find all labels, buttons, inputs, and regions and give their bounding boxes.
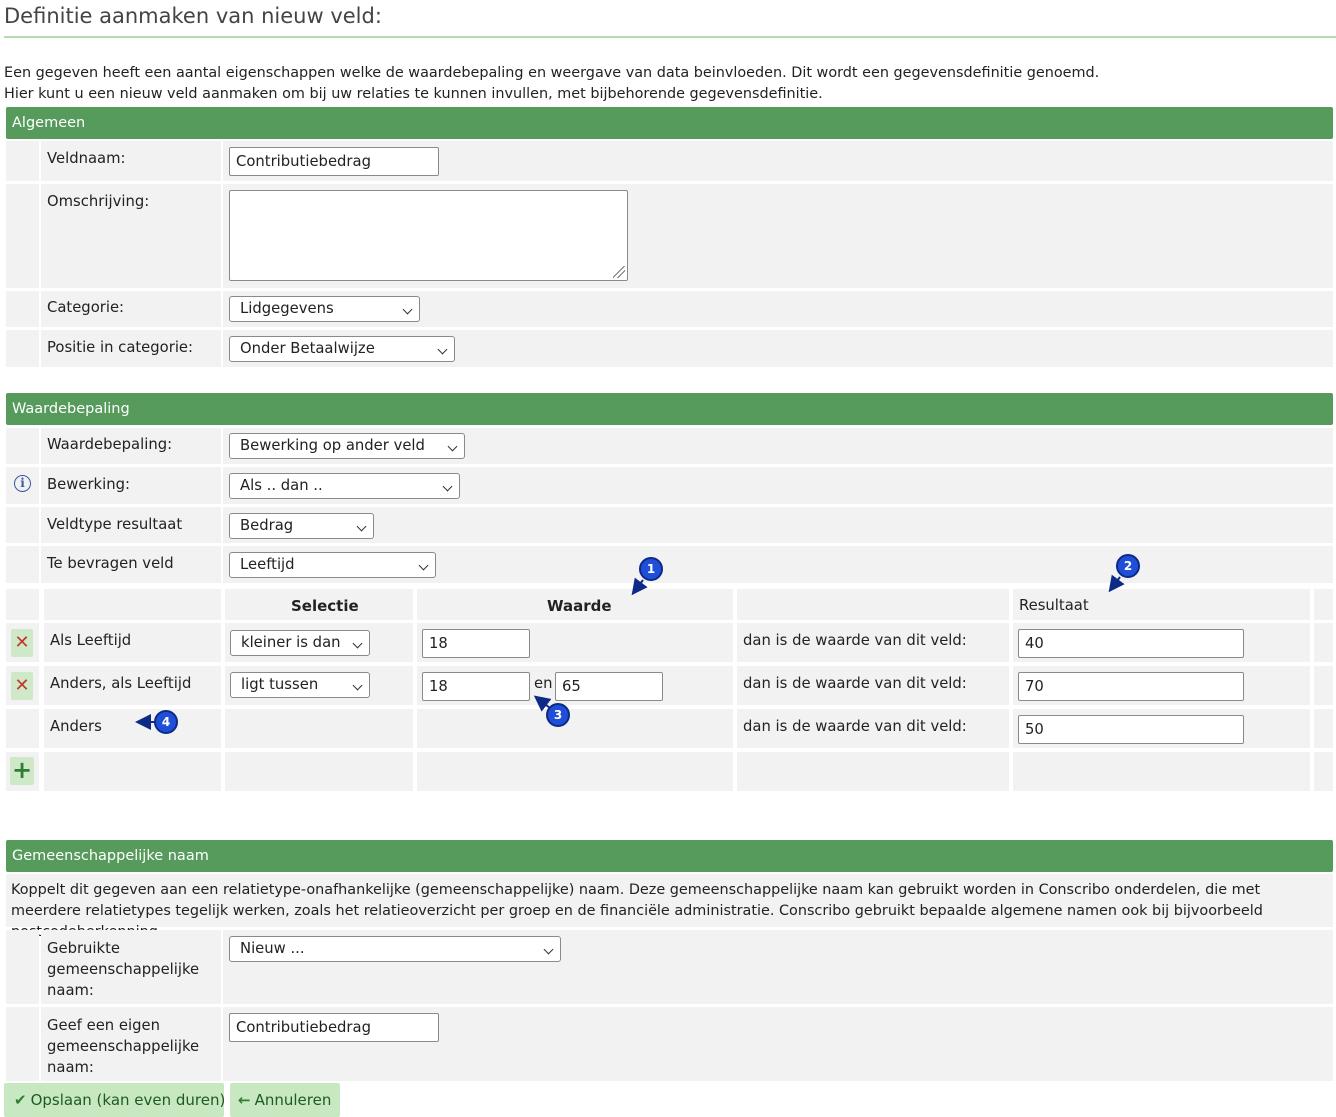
gebruikte-label-line: Gebruikte xyxy=(47,940,121,957)
eigen-naam-label: Geef een eigen gemeenschappelijke naam: xyxy=(47,1015,199,1078)
check-icon: ✔ xyxy=(14,1091,27,1109)
eigen-naam-input[interactable]: Contributiebedrag xyxy=(229,1013,439,1042)
annotation-badge-4: 4 xyxy=(154,710,178,734)
annotation-arrow-2 xyxy=(1108,574,1125,593)
gebruikte-label-line: naam: xyxy=(47,982,94,999)
annotation-badge-3: 3 xyxy=(546,703,570,727)
eigen-label-line: gemeenschappelijke xyxy=(47,1038,200,1055)
eigen-label-line: Geef een eigen xyxy=(47,1017,160,1034)
gebruikte-naam-select-value: Nieuw ... xyxy=(240,940,305,957)
arrow-left-icon: ← xyxy=(238,1091,251,1109)
save-button[interactable]: ✔ Opslaan (kan even duren) xyxy=(4,1083,226,1117)
annotation-arrow-1 xyxy=(631,577,648,596)
gebruikte-label: Gebruikte gemeenschappelijke naam: xyxy=(47,938,199,1001)
row-gutter xyxy=(6,1007,39,1081)
cancel-button-label: Annuleren xyxy=(254,1091,332,1109)
save-button-label: Opslaan (kan even duren) xyxy=(30,1091,226,1109)
row-gutter xyxy=(6,930,39,1004)
gebruikte-naam-select[interactable]: Nieuw ... xyxy=(229,936,561,962)
cancel-button[interactable]: ← Annuleren xyxy=(230,1083,340,1117)
annotation-badge-1: 1 xyxy=(639,557,663,581)
annotation-badge-2: 2 xyxy=(1116,554,1140,578)
section-header-gemeenschappelijk: Gemeenschappelijke naam xyxy=(6,840,1333,872)
gebruikte-label-line: gemeenschappelijke xyxy=(47,961,200,978)
eigen-label-line: naam: xyxy=(47,1059,94,1076)
chevron-down-icon xyxy=(543,944,554,955)
